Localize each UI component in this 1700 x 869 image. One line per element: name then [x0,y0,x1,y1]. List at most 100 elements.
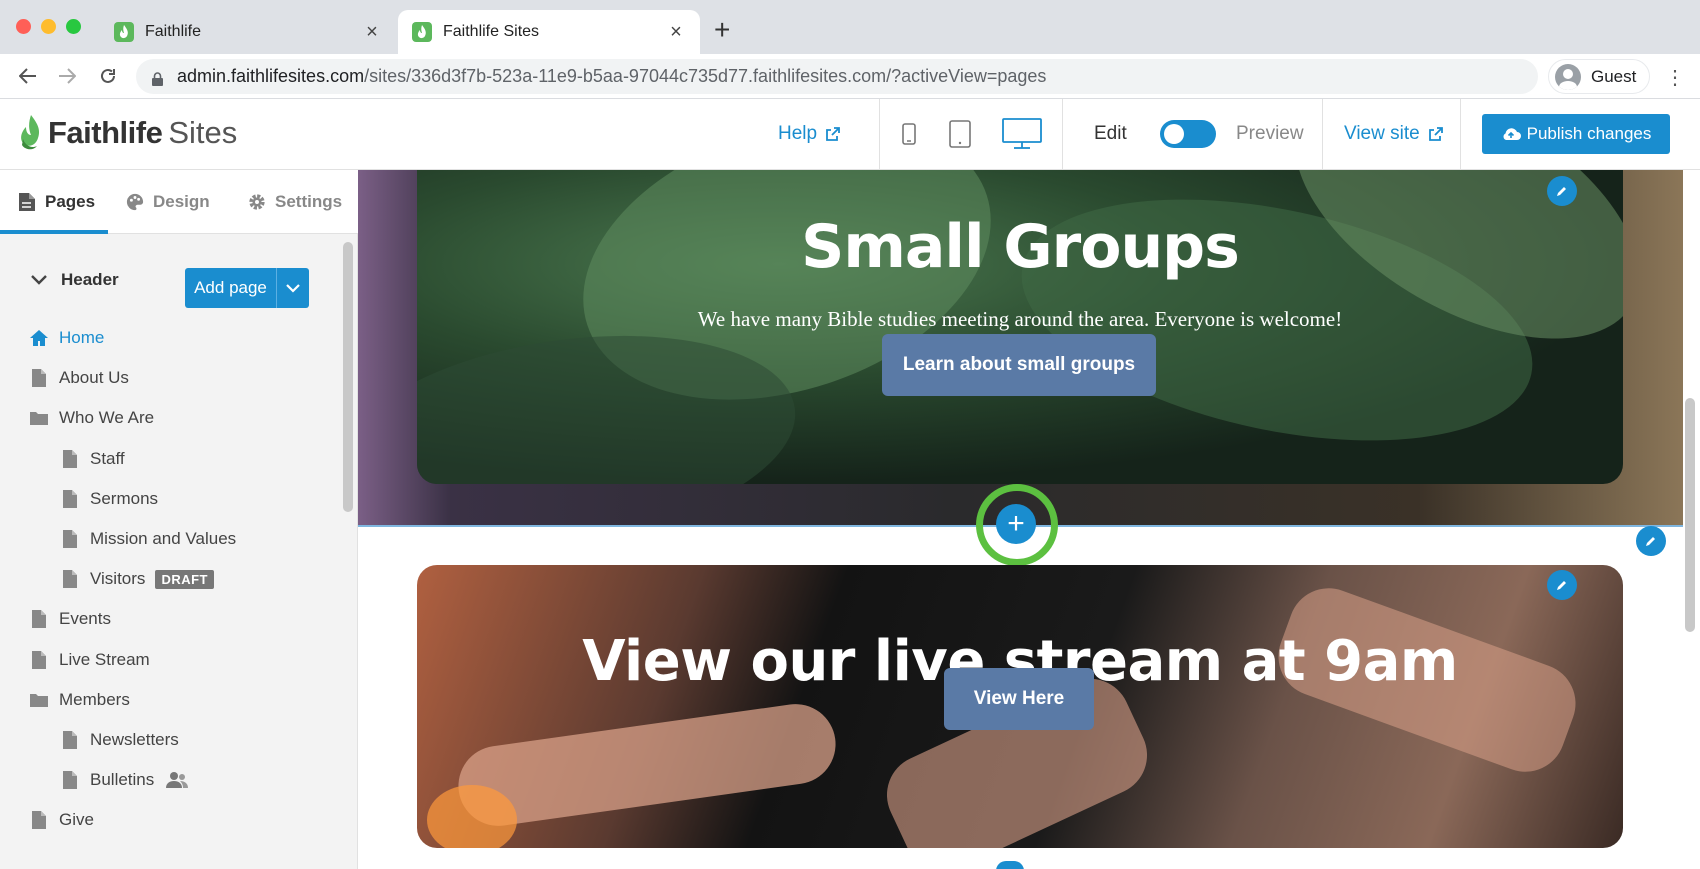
external-link-icon [826,127,840,141]
gear-icon [249,194,265,210]
add-page-button[interactable]: Add page [185,268,276,308]
page-icon [60,569,80,589]
browser-tab-bar: Faithlife × Faithlife Sites × + [0,0,1700,54]
edit-section-pencil-icon[interactable] [1636,526,1666,556]
browser-toolbar: admin.faithlifesites.com/sites/336d3f7b-… [0,54,1700,99]
sidebar-scrollbar[interactable] [343,242,353,512]
sidebar-item-staff[interactable]: Staff [0,439,340,479]
address-bar[interactable]: admin.faithlifesites.com/sites/336d3f7b-… [136,59,1538,94]
sidebar-item-label: Members [59,689,130,709]
sidebar-item-label: Who We Are [59,408,155,428]
folder-icon [29,408,49,428]
sidebar-item-label: Newsletters [90,729,179,749]
chevron-down-icon [31,275,47,285]
sidebar-item-label: Sermons [90,488,159,508]
page-icon [29,810,49,830]
add-page-dropdown[interactable] [276,268,309,308]
close-tab-icon[interactable]: × [362,21,382,44]
sidebar-item-label: Live Stream [59,649,150,669]
section-header-toggle[interactable]: Header [30,270,119,290]
page-icon [19,193,35,211]
reload-icon[interactable] [94,62,122,90]
maximize-window-button[interactable] [66,19,81,34]
hero-subtitle: We have many Bible studies meeting aroun… [697,307,1343,331]
canvas-scrollbar[interactable] [1685,398,1695,632]
close-window-button[interactable] [16,19,31,34]
logo-text-bold: Faithlife [48,115,163,150]
new-tab-icon[interactable]: + [714,16,730,44]
add-page-split-button: Add page [185,268,309,308]
page-icon [29,650,49,670]
sidebar-item-mission-and-values[interactable]: Mission and Values [0,519,340,559]
faithlife-favicon-icon [412,22,432,42]
profile-button[interactable]: Guest [1548,59,1650,94]
sidebar-item-give[interactable]: Give [0,800,340,840]
add-section-button[interactable]: + [996,504,1036,544]
browser-menu-icon[interactable]: ⋮ [1665,65,1685,90]
draft-badge: DRAFT [155,569,214,589]
sidebar-item-members[interactable]: Members [0,680,340,720]
page-icon [60,770,80,790]
button-label: Learn about small groups [902,354,1136,375]
flame-icon [21,115,40,150]
view-site-link[interactable]: View site [1344,99,1443,169]
browser-tab-faithlife[interactable]: Faithlife × [100,10,396,54]
view-here-button[interactable]: View Here [944,668,1094,730]
tab-design[interactable]: Design [126,170,210,234]
minimize-window-button[interactable] [41,19,56,34]
forward-icon[interactable] [53,62,81,90]
mobile-view-icon[interactable] [902,123,916,150]
candle-glow [427,785,517,848]
sidebar-item-visitors[interactable]: Visitors DRAFT [0,559,340,599]
site-preview-canvas: Small Groups We have many Bible studies … [358,170,1700,869]
sidebar-item-live-stream[interactable]: Live Stream [0,640,340,680]
edit-preview-toggle[interactable] [1160,120,1216,148]
divider [1322,99,1323,169]
tab-title: Faithlife [145,23,202,40]
back-icon[interactable] [14,62,42,90]
faithlife-sites-logo[interactable]: Faithlife Sites [19,115,237,151]
page-icon [29,609,49,629]
palette-icon [126,193,144,211]
sidebar-item-home[interactable]: Home [0,318,340,358]
page-tree: Home About Us Who We Are Staff Sermons Missio… [0,318,340,840]
sidebar-item-sermons[interactable]: Sermons [0,479,340,519]
tab-label: Settings [275,192,343,211]
button-label: View Here [973,688,1065,709]
external-link-icon [1428,127,1443,141]
toggle-knob [1164,124,1184,144]
tablet-view-icon[interactable] [949,120,971,153]
sidebar-item-events[interactable]: Events [0,599,340,639]
tab-settings[interactable]: Settings [248,170,342,234]
tab-label: Pages [45,192,96,211]
learn-small-groups-button[interactable]: Learn about small groups [882,334,1156,396]
desktop-view-icon[interactable] [1002,118,1042,155]
page-icon [60,730,80,750]
sidebar-item-newsletters[interactable]: Newsletters [0,720,340,760]
publish-changes-button[interactable]: Publish changes [1482,114,1670,154]
add-page-label: Add page [194,278,267,297]
sidebar-item-about-us[interactable]: About Us [0,358,340,398]
help-link[interactable]: Help [778,99,840,169]
small-groups-banner[interactable]: Small Groups We have many Bible studies … [417,170,1623,484]
tab-title: Faithlife Sites [443,23,540,40]
tab-label: Design [153,192,210,211]
hero-title: Small Groups [801,212,1240,282]
sidebar-item-bulletins[interactable]: Bulletins [0,760,340,800]
help-label: Help [778,123,818,144]
close-tab-icon[interactable]: × [666,21,686,44]
sidebar-item-label: Staff [90,448,125,468]
logo-text: Sites [168,115,238,150]
edit-section-pencil-icon[interactable] [1547,570,1577,600]
page-icon [60,449,80,469]
tab-pages[interactable]: Pages [18,170,95,234]
add-section-button-partial[interactable] [996,861,1024,869]
sidebar: Pages Design Settings Header Add page Ho… [0,170,358,869]
sidebar-item-label: Events [59,609,111,629]
sidebar-item-label: About Us [59,368,129,388]
active-tab-indicator [0,230,108,234]
browser-tab-faithlife-sites[interactable]: Faithlife Sites × [398,10,700,54]
edit-section-pencil-icon[interactable] [1547,176,1577,206]
url-path: /sites/336d3f7b-523a-11e9-b5aa-97044c735… [364,66,1047,86]
sidebar-item-who-we-are[interactable]: Who We Are [0,398,340,438]
